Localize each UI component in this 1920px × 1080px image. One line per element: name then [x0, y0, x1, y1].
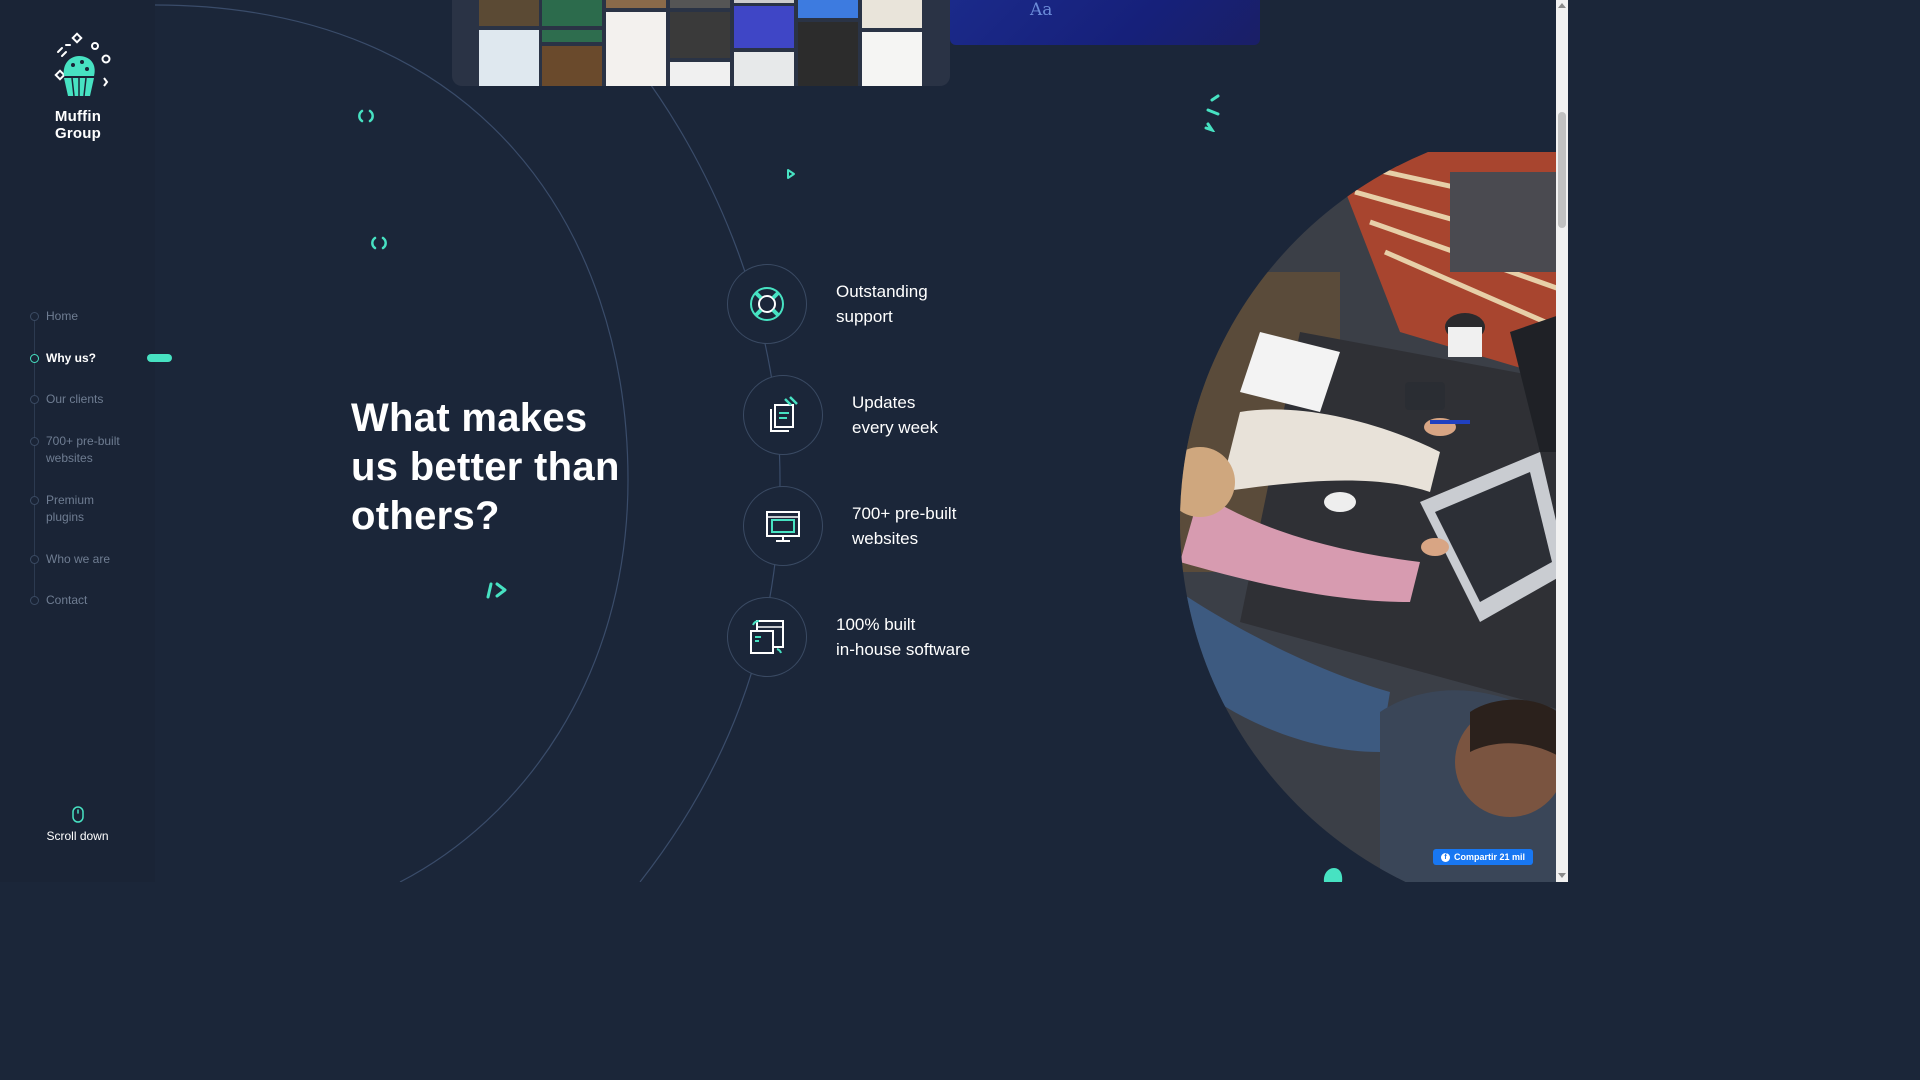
nav-dot	[30, 395, 39, 404]
feature-line-2: in-house software	[836, 640, 971, 659]
feature-text: 700+ pre-built websites	[852, 501, 956, 551]
nav-label: Our clients	[46, 392, 104, 406]
update-document-icon	[770, 396, 798, 432]
team-photo	[1180, 152, 1568, 882]
feature-icon-circle	[727, 264, 807, 344]
sidebar: Muffin Group Home Why us? Our clients 70…	[0, 0, 172, 882]
nav-dot	[30, 437, 39, 446]
feature-updates-every-week[interactable]: Updates every week	[743, 375, 938, 455]
monitor-icon	[766, 511, 800, 542]
nav-item-who-we-are[interactable]: Who we are	[30, 551, 150, 568]
sparkle-ring-icon	[358, 109, 374, 123]
feature-line-1: 100% built	[836, 615, 916, 634]
nav-item-home[interactable]: Home	[30, 308, 150, 325]
section-headline: What makes us better than others?	[351, 396, 620, 538]
feature-line-1: Outstanding	[836, 282, 928, 301]
muffin-logo-icon	[54, 32, 111, 97]
feature-line-2: websites	[852, 529, 919, 548]
active-indicator	[147, 354, 172, 362]
nav-dot	[30, 354, 39, 363]
feature-in-house-software[interactable]: 100% built in-house software	[727, 597, 970, 677]
feature-pre-built-websites[interactable]: 700+ pre-built websites	[743, 486, 956, 566]
feature-text: 100% built in-house software	[836, 612, 970, 662]
mouse-icon	[71, 806, 84, 823]
code-chevron-icon	[486, 582, 507, 599]
feature-text: Outstanding support	[836, 279, 928, 329]
team-photo-illustration	[1180, 152, 1568, 882]
nav-item-our-clients[interactable]: Our clients	[30, 391, 150, 408]
sparkle-ring-icon	[371, 236, 387, 250]
nav-dot	[30, 596, 39, 605]
logo[interactable]: Muffin Group	[30, 32, 126, 142]
page-scrollbar[interactable]	[1556, 0, 1568, 882]
feature-outstanding-support[interactable]: Outstanding support	[727, 264, 928, 344]
nav-item-contact[interactable]: Contact	[30, 592, 150, 609]
brand-name: Muffin Group	[54, 108, 102, 142]
feature-line-1: 700+ pre-built	[852, 504, 957, 523]
nav-item-why-us[interactable]: Why us?	[30, 350, 150, 367]
nav-label: Contact	[46, 593, 88, 607]
feature-line-2: support	[836, 307, 893, 326]
nav-dot	[30, 555, 39, 564]
feature-line-2: every week	[852, 418, 938, 437]
website-previews-panel	[452, 0, 950, 86]
facebook-icon: f	[1440, 852, 1450, 862]
scrollbar-thumb[interactable]	[1558, 112, 1566, 228]
feature-text: Updates every week	[852, 390, 938, 440]
scroll-up-arrow-icon[interactable]	[1558, 3, 1566, 8]
play-triangle-icon	[787, 169, 795, 179]
feature-icon-circle	[743, 375, 823, 455]
nav-item-pre-built-websites[interactable]: 700+ pre-built websites	[30, 433, 130, 467]
typography-preview-panel: Aa	[950, 0, 1260, 45]
share-label: Compartir 21 mil	[1453, 852, 1526, 862]
nav-label: Home	[46, 309, 79, 323]
website-thumbnails	[479, 0, 922, 86]
facebook-share-button[interactable]: f Compartir 21 mil	[1433, 849, 1533, 865]
nav-dot	[30, 496, 39, 505]
feature-icon-circle	[727, 597, 807, 677]
scroll-down-button[interactable]: Scroll down	[30, 806, 125, 843]
scroll-down-label: Scroll down	[46, 829, 109, 843]
nav-label: Who we are	[46, 552, 111, 566]
nav-item-premium-plugins[interactable]: Premium plugins	[30, 492, 120, 526]
nav-dot	[30, 312, 39, 321]
feature-icon-circle	[743, 486, 823, 566]
feature-line-1: Updates	[852, 393, 916, 412]
zigzag-icon	[1204, 94, 1220, 132]
nav-label: Premium plugins	[46, 493, 95, 524]
browser-sync-icon	[750, 620, 784, 654]
nav-label: Why us?	[46, 351, 96, 365]
scroll-down-arrow-icon[interactable]	[1558, 873, 1566, 878]
nav-label: 700+ pre-built websites	[46, 434, 120, 465]
font-sample: Aa	[1030, 0, 1053, 20]
lifebuoy-icon	[750, 287, 784, 321]
